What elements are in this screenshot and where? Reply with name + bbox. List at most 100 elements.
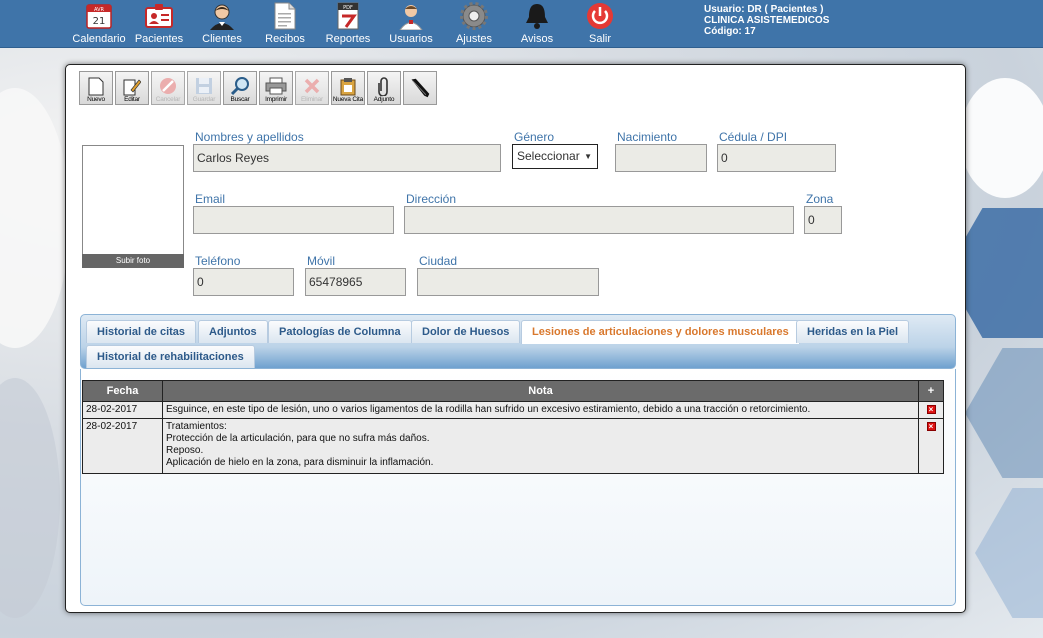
cancelar-button[interactable]: Cancelar	[151, 71, 185, 105]
paperclip-icon	[373, 76, 395, 96]
tab-dolor-huesos[interactable]: Dolor de Huesos	[411, 320, 521, 343]
nota-line: Aplicación de hielo en la zona, para dis…	[166, 457, 434, 468]
users-doctor-icon	[397, 2, 425, 30]
email-label: Email	[195, 192, 226, 206]
column-header-nota: Nota	[162, 380, 919, 402]
tab-bar: Historial de citas Adjuntos Patologías d…	[80, 314, 956, 369]
tab-historial-rehabilitaciones[interactable]: Historial de rehabilitaciones	[86, 345, 255, 368]
nav-avisos[interactable]: Avisos	[505, 2, 569, 45]
movil-field[interactable]: 65478965	[305, 268, 406, 296]
nav-pacientes[interactable]: Pacientes	[127, 2, 191, 45]
nota-line: Tratamientos:	[166, 421, 227, 432]
tab-lesiones-articulaciones[interactable]: Lesiones de articulaciones y dolores mus…	[521, 320, 800, 344]
user-info: Usuario: DR ( Pacientes ) CLINICA ASISTE…	[704, 4, 829, 37]
nav-label: Clientes	[202, 33, 242, 45]
nav-reportes[interactable]: PDF Reportes	[316, 2, 380, 45]
direccion-field[interactable]	[404, 206, 794, 234]
nav-label: Ajustes	[455, 33, 493, 45]
pen-icon	[409, 73, 431, 103]
nacimiento-label: Nacimiento	[617, 130, 678, 144]
save-disk-icon	[193, 76, 215, 96]
tab-historial-citas[interactable]: Historial de citas	[86, 320, 197, 343]
notes-table: Fecha Nota + 28-02-2017 Esguince, en est…	[82, 380, 944, 474]
patient-card-icon	[145, 2, 173, 30]
nav-label: Recibos	[265, 33, 305, 45]
cell-nota: Esguince, en este tipo de lesión, uno o …	[162, 401, 919, 419]
ciudad-field[interactable]	[417, 268, 599, 296]
cedula-field[interactable]: 0	[717, 144, 836, 172]
nota-line: Esguince, en este tipo de lesión, uno o …	[166, 404, 811, 415]
tab-adjuntos[interactable]: Adjuntos	[198, 320, 268, 343]
edit-icon	[121, 76, 143, 96]
background-hexagon	[965, 348, 1043, 478]
add-note-button[interactable]: +	[918, 380, 944, 402]
upload-photo-button[interactable]: Subir foto	[82, 254, 184, 268]
background-blur	[960, 78, 1043, 198]
table-row: 28-02-2017 Esguince, en este tipo de les…	[82, 401, 944, 419]
toolbar: Nuevo Editar Cancelar Guardar Buscar Imp…	[79, 71, 437, 105]
cell-delete: ×	[918, 418, 944, 474]
signature-pen-button[interactable]	[403, 71, 437, 105]
chevron-down-icon: ▼	[584, 152, 592, 161]
nacimiento-field[interactable]	[615, 144, 707, 172]
genero-label: Género	[514, 130, 555, 144]
cedula-label: Cédula / DPI	[719, 130, 788, 144]
printer-icon	[265, 76, 287, 96]
power-icon	[586, 2, 614, 30]
nav-clientes[interactable]: Clientes	[190, 2, 254, 45]
new-document-icon	[85, 76, 107, 96]
nav-calendario[interactable]: AVR 21 Calendario	[67, 2, 131, 45]
buscar-button[interactable]: Buscar	[223, 71, 257, 105]
nav-salir[interactable]: Salir	[568, 2, 632, 45]
delete-x-icon	[301, 76, 323, 96]
telefono-field[interactable]: 0	[193, 268, 294, 296]
nota-line: Protección de la articulación, para que …	[166, 433, 430, 444]
tab-heridas-piel[interactable]: Heridas en la Piel	[796, 320, 910, 343]
telefono-label: Teléfono	[195, 254, 241, 268]
clinic-name: CLINICA ASISTEMEDICOS	[704, 15, 830, 26]
svg-text:PDF: PDF	[343, 5, 353, 11]
nav-usuarios[interactable]: Usuarios	[379, 2, 443, 45]
imprimir-button[interactable]: Imprimir	[259, 71, 293, 105]
calendar-icon: AVR 21	[85, 2, 113, 30]
receipt-icon	[271, 2, 299, 30]
client-person-icon	[208, 2, 236, 30]
direccion-label: Dirección	[406, 192, 457, 206]
editar-button[interactable]: Editar	[115, 71, 149, 105]
nav-label: Avisos	[520, 33, 554, 45]
report-pdf-icon: PDF	[334, 2, 362, 30]
genero-select[interactable]: Seleccionar ▼	[512, 144, 598, 169]
patient-panel: Nuevo Editar Cancelar Guardar Buscar Imp…	[65, 64, 966, 613]
nueva-cita-button[interactable]: Nueva Cita	[331, 71, 365, 105]
user-name: Usuario: DR ( Pacientes )	[704, 4, 824, 15]
svg-text:AVR: AVR	[94, 7, 105, 13]
guardar-button[interactable]: Guardar	[187, 71, 221, 105]
delete-row-icon[interactable]: ×	[926, 405, 936, 414]
delete-row-icon[interactable]: ×	[926, 422, 936, 431]
zona-field[interactable]: 0	[804, 206, 842, 234]
patient-photo	[82, 145, 184, 268]
movil-label: Móvil	[307, 254, 336, 268]
nav-label: Calendario	[72, 33, 126, 45]
appointment-clipboard-icon	[337, 76, 359, 96]
column-header-fecha: Fecha	[82, 380, 163, 402]
tab-patologias-columna[interactable]: Patologías de Columna	[268, 320, 412, 343]
eliminar-button[interactable]: Eliminar	[295, 71, 329, 105]
svg-text:21: 21	[93, 16, 106, 27]
nav-label: Salir	[588, 33, 611, 45]
nav-label: Reportes	[325, 33, 371, 45]
nuevo-button[interactable]: Nuevo	[79, 71, 113, 105]
nota-line: Reposo.	[166, 445, 204, 456]
adjunto-button[interactable]: Adjunto	[367, 71, 401, 105]
nav-recibos[interactable]: Recibos	[253, 2, 317, 45]
email-field[interactable]	[193, 206, 394, 234]
bell-icon	[523, 2, 551, 30]
ciudad-label: Ciudad	[419, 254, 458, 268]
background-blur	[0, 88, 70, 348]
nombres-label: Nombres y apellidos	[195, 130, 304, 144]
gear-icon	[460, 2, 488, 30]
background-blur	[0, 378, 60, 618]
cell-fecha: 28-02-2017	[82, 418, 163, 474]
nav-ajustes[interactable]: Ajustes	[442, 2, 506, 45]
nombres-field[interactable]: Carlos Reyes	[193, 144, 501, 172]
